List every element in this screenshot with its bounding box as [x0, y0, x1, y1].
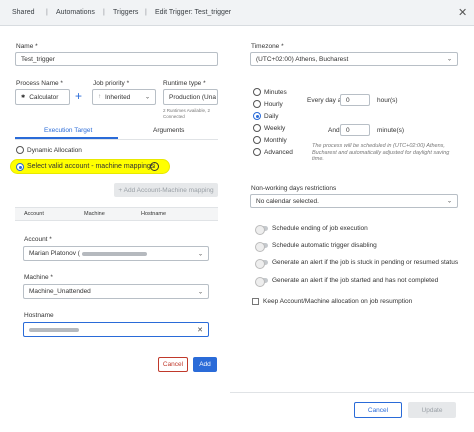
- breadcrumb-triggers[interactable]: Triggers: [113, 9, 138, 16]
- minutes-input[interactable]: 0: [340, 124, 370, 136]
- chevron-down-icon: ⌄: [144, 94, 150, 101]
- tab-divider: [15, 139, 218, 140]
- redacted-email: [81, 251, 147, 256]
- process-label: Process Name *: [16, 80, 63, 87]
- nonworking-select[interactable]: No calendar selected. ⌄: [250, 194, 458, 208]
- toggle-auto-disable-label: Schedule automatic trigger disabling: [272, 242, 377, 249]
- runtime-label: Runtime type *: [163, 80, 206, 87]
- priority-select[interactable]: ↑ Inherited ⌄: [92, 89, 156, 105]
- radio-weekly[interactable]: [253, 124, 261, 132]
- table-header-account: Account: [24, 211, 44, 217]
- schedule-note: The process will be scheduled in (UTC+02…: [312, 143, 450, 162]
- nonworking-label: Non-working days restrictions: [251, 185, 337, 192]
- chevron-down-icon: ⌄: [197, 251, 203, 257]
- breadcrumb-automations[interactable]: Automations: [56, 9, 95, 16]
- chevron-down-icon: ⌄: [446, 56, 452, 63]
- radio-weekly-label: Weekly: [264, 125, 286, 132]
- close-icon[interactable]: ✕: [458, 6, 467, 19]
- radio-daily-label: Daily: [264, 113, 279, 120]
- every-day-at-label: Every day at: [307, 97, 344, 104]
- mapping-cancel-button[interactable]: Cancel: [158, 357, 188, 372]
- process-icon: ✱: [21, 94, 26, 100]
- keep-allocation-label: Keep Account/Machine allocation on job r…: [263, 298, 413, 305]
- toggle-alert-stuck[interactable]: [255, 258, 268, 269]
- hours-input[interactable]: 0: [340, 94, 370, 106]
- timezone-select[interactable]: (UTC+02:00) Athens, Bucharest ⌄: [250, 52, 458, 66]
- radio-select-mappings[interactable]: [16, 163, 24, 171]
- name-label: Name *: [16, 43, 38, 50]
- radio-monthly[interactable]: [253, 136, 261, 144]
- tab-execution-target[interactable]: Execution Target: [44, 127, 92, 134]
- hours-unit-label: hour(s): [377, 97, 398, 104]
- hostname-input[interactable]: ✕: [23, 322, 209, 337]
- mapping-add-button[interactable]: Add: [193, 357, 217, 372]
- radio-daily[interactable]: [253, 112, 261, 120]
- info-icon[interactable]: i: [150, 162, 159, 171]
- toggle-schedule-ending[interactable]: [255, 224, 268, 235]
- add-process-icon[interactable]: +: [75, 89, 82, 103]
- toggle-alert-not-completed-label: Generate an alert if the job started and…: [272, 277, 439, 284]
- clear-icon[interactable]: ✕: [197, 326, 203, 334]
- radio-minutes[interactable]: [253, 88, 261, 96]
- arrow-up-icon: ↑: [98, 94, 101, 100]
- redacted-hostname: [29, 327, 79, 332]
- toggle-alert-stuck-label: Generate an alert if the job is stuck in…: [272, 259, 459, 266]
- table-header-machine: Machine: [84, 211, 105, 217]
- add-mapping-button[interactable]: + Add Account-Machine mapping: [114, 183, 218, 197]
- machine-label: Machine *: [24, 274, 53, 281]
- radio-hourly-label: Hourly: [264, 101, 283, 108]
- radio-advanced[interactable]: [253, 148, 261, 156]
- priority-label: Job priority *: [93, 80, 130, 87]
- radio-advanced-label: Advanced: [264, 149, 293, 156]
- runtime-select[interactable]: Production (Una: [163, 89, 218, 105]
- process-select[interactable]: ✱ Calculator: [15, 89, 70, 105]
- timezone-label: Timezone *: [251, 43, 284, 50]
- radio-monthly-label: Monthly: [264, 137, 287, 144]
- radio-hourly[interactable]: [253, 100, 261, 108]
- machine-select[interactable]: Machine_Unattended ⌄: [23, 284, 209, 299]
- toggle-alert-not-completed[interactable]: [255, 276, 268, 287]
- breadcrumb-separator: |: [103, 9, 105, 16]
- radio-minutes-label: Minutes: [264, 89, 287, 96]
- chevron-down-icon: ⌄: [197, 289, 203, 295]
- keep-allocation-checkbox[interactable]: [252, 298, 259, 305]
- account-label: Account *: [24, 236, 52, 243]
- footer-divider: [230, 392, 474, 393]
- minutes-unit-label: minute(s): [377, 127, 405, 134]
- radio-select-label: Select valid account - machine mappings: [27, 163, 155, 170]
- hostname-label: Hostname: [24, 312, 54, 319]
- and-label: And: [328, 127, 340, 134]
- chevron-down-icon: ⌄: [446, 198, 452, 205]
- runtime-hint: 2 Runtimes Available, 2 Connected: [163, 108, 210, 119]
- breadcrumb-separator: |: [145, 9, 147, 16]
- mapping-table-header: [15, 207, 218, 221]
- cancel-button[interactable]: Cancel: [354, 402, 402, 418]
- table-header-hostname: Hostname: [141, 211, 167, 217]
- name-input[interactable]: Test_trigger: [15, 52, 218, 66]
- radio-dynamic-allocation[interactable]: [16, 146, 24, 154]
- toggle-auto-disable[interactable]: [255, 241, 268, 252]
- breadcrumb-shared[interactable]: Shared: [12, 9, 35, 16]
- account-select[interactable]: Marian Platonov ( ⌄: [23, 246, 209, 261]
- breadcrumb-current: Edit Trigger: Test_trigger: [155, 9, 232, 16]
- update-button[interactable]: Update: [408, 402, 456, 418]
- toggle-schedule-ending-label: Schedule ending of job execution: [272, 225, 368, 232]
- tab-arguments[interactable]: Arguments: [153, 127, 184, 134]
- radio-dynamic-label: Dynamic Allocation: [27, 147, 82, 154]
- breadcrumb-separator: |: [46, 9, 48, 16]
